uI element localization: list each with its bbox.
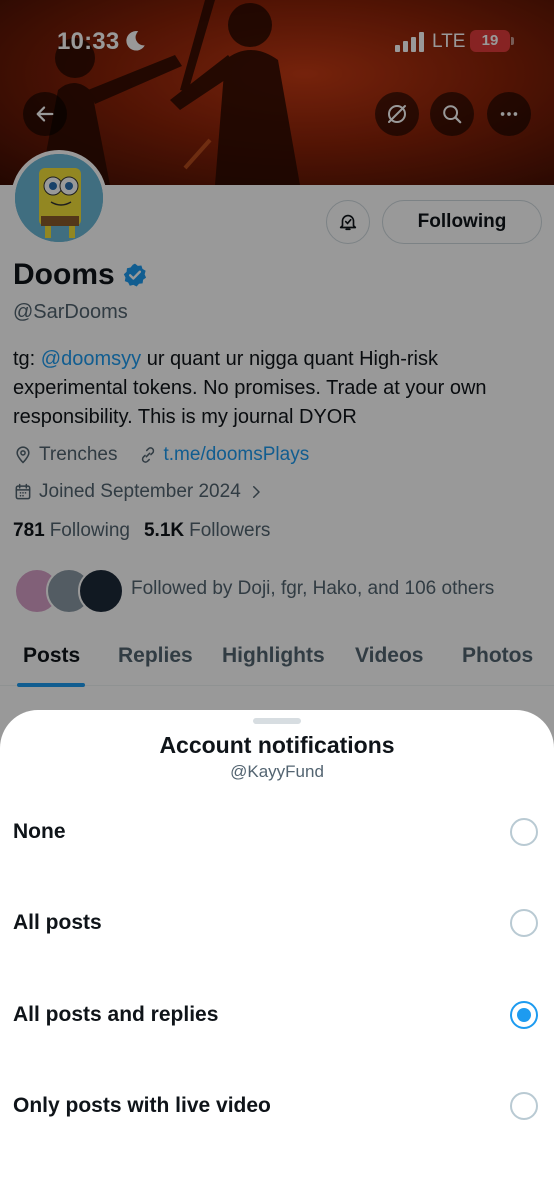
option-all-posts[interactable]: All posts xyxy=(0,883,554,963)
option-label: All posts and replies xyxy=(13,1003,219,1026)
radio-button[interactable] xyxy=(510,909,538,937)
option-none[interactable]: None xyxy=(0,792,554,872)
radio-button-selected[interactable] xyxy=(510,1001,538,1029)
radio-button[interactable] xyxy=(510,818,538,846)
option-label: All posts xyxy=(13,911,102,934)
sheet-title: Account notifications xyxy=(159,732,395,758)
option-all-posts-and-replies[interactable]: All posts and replies xyxy=(0,975,554,1055)
option-label: Only posts with live video xyxy=(13,1094,271,1117)
notifications-sheet: Account notifications @KayyFund None All… xyxy=(0,710,554,1200)
sheet-subtitle: @KayyFund xyxy=(230,762,324,781)
option-live-video[interactable]: Only posts with live video xyxy=(0,1066,554,1146)
option-label: None xyxy=(13,820,66,843)
sheet-grabber[interactable] xyxy=(253,718,301,724)
radio-button[interactable] xyxy=(510,1092,538,1120)
